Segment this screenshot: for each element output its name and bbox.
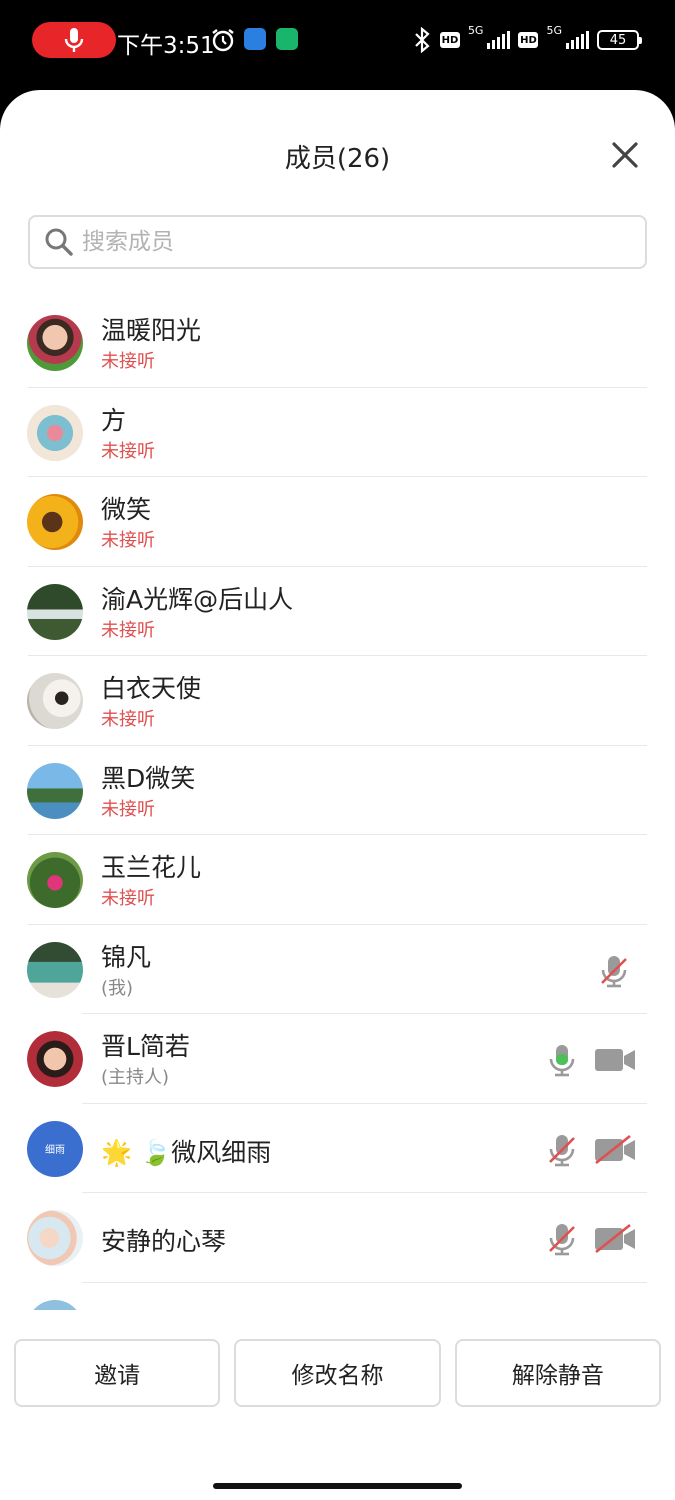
search-box[interactable] <box>28 215 647 269</box>
member-status: 未接听 <box>101 440 155 462</box>
member-row[interactable]: 安静的心琴 <box>0 1193 675 1283</box>
member-status: 未接听 <box>101 888 155 909</box>
app-notification-icon <box>244 28 266 50</box>
status-bar: 下午3:51 HD 5G HD 5G 45 <box>0 0 675 82</box>
member-name: 微笑 <box>101 495 152 524</box>
bluetooth-icon <box>415 27 430 53</box>
camera-off-icon[interactable] <box>594 1130 636 1170</box>
avatar <box>27 852 83 908</box>
hd-badge-2: HD <box>518 32 539 48</box>
close-icon[interactable] <box>608 138 642 172</box>
member-role: (我) <box>101 977 134 999</box>
recording-indicator[interactable] <box>32 22 116 58</box>
invite-button[interactable]: 邀请 <box>14 1339 221 1407</box>
avatar <box>27 1299 83 1310</box>
member-row[interactable]: 细雨 🌟 🍃微风细雨 <box>0 1104 675 1193</box>
avatar <box>27 315 83 371</box>
member-status: 未接听 <box>101 530 155 551</box>
member-name: 方 <box>101 405 127 435</box>
network-type: 5G <box>467 24 484 37</box>
member-name: 白衣天使 <box>101 674 202 703</box>
member-row-partial[interactable] <box>0 1283 675 1310</box>
hd-badge: HD <box>439 32 460 48</box>
avatar <box>27 1031 83 1087</box>
sheet-title: 成员(26) <box>284 144 391 174</box>
mic-active-icon[interactable] <box>542 1040 582 1080</box>
members-sheet: 成员(26) 温暖阳光 未接听 方 未接听 微笑 未接听 <box>0 90 675 1500</box>
search-input[interactable] <box>82 229 622 255</box>
member-name: 安静的心琴 <box>101 1227 227 1256</box>
member-role: (主持人) <box>101 1067 170 1088</box>
member-row[interactable]: 黑D微笑 未接听 <box>0 746 675 835</box>
security-app-icon <box>276 28 298 50</box>
member-name: 🌟 🍃微风细雨 <box>101 1137 272 1167</box>
camera-off-icon[interactable] <box>594 1219 636 1259</box>
microphone-icon <box>64 28 84 52</box>
member-status: 未接听 <box>101 351 155 372</box>
rename-button[interactable]: 修改名称 <box>234 1339 441 1407</box>
member-name: 锦凡 <box>101 942 152 972</box>
avatar <box>27 762 83 819</box>
avatar <box>27 583 83 640</box>
member-row[interactable]: 锦凡 (我) <box>0 925 675 1014</box>
member-row[interactable]: 晋L简若 (主持人) <box>0 1014 675 1104</box>
search-icon <box>45 228 73 256</box>
avatar <box>27 673 83 729</box>
member-row[interactable]: 渝A光辉@后山人 未接听 <box>0 567 675 656</box>
camera-icon[interactable] <box>594 1040 636 1080</box>
mic-muted-icon[interactable] <box>542 1219 582 1259</box>
battery-indicator: 45 <box>597 30 642 50</box>
member-status: 未接听 <box>101 619 155 641</box>
alarm-icon <box>212 29 234 52</box>
member-status: 未接听 <box>101 709 155 730</box>
avatar <box>27 404 83 461</box>
member-name: 晋L简若 <box>101 1032 190 1061</box>
avatar: 细雨 <box>27 1120 83 1177</box>
member-name: 黑D微笑 <box>101 763 196 793</box>
member-row[interactable]: 方 未接听 <box>0 388 675 477</box>
home-indicator[interactable] <box>213 1483 462 1489</box>
member-list[interactable]: 温暖阳光 未接听 方 未接听 微笑 未接听 渝A光辉@后山人 未接听 白衣天使 … <box>0 298 675 1310</box>
member-status: 未接听 <box>101 798 155 820</box>
avatar <box>27 1210 83 1266</box>
member-row[interactable]: 温暖阳光 未接听 <box>0 298 675 388</box>
signal-icon-2 <box>566 31 589 49</box>
member-name: 温暖阳光 <box>101 316 202 345</box>
mic-muted-icon[interactable] <box>542 1130 582 1170</box>
status-right: HD 5G HD 5G 45 <box>412 24 642 56</box>
member-name: 渝A光辉@后山人 <box>101 584 294 614</box>
unmute-button[interactable]: 解除静音 <box>454 1339 661 1407</box>
clock-time: 下午3:51 <box>117 33 215 59</box>
mic-muted-icon[interactable] <box>594 951 634 991</box>
avatar <box>27 494 83 550</box>
member-row[interactable]: 白衣天使 未接听 <box>0 656 675 746</box>
member-name: 玉兰花儿 <box>101 853 202 882</box>
signal-icon <box>487 31 511 49</box>
member-row[interactable]: 玉兰花儿 未接听 <box>0 835 675 925</box>
member-row[interactable]: 微笑 未接听 <box>0 477 675 567</box>
action-bar: 邀请 修改名称 解除静音 <box>14 1339 661 1407</box>
network-type-2: 5G <box>546 24 562 37</box>
avatar <box>27 941 83 998</box>
